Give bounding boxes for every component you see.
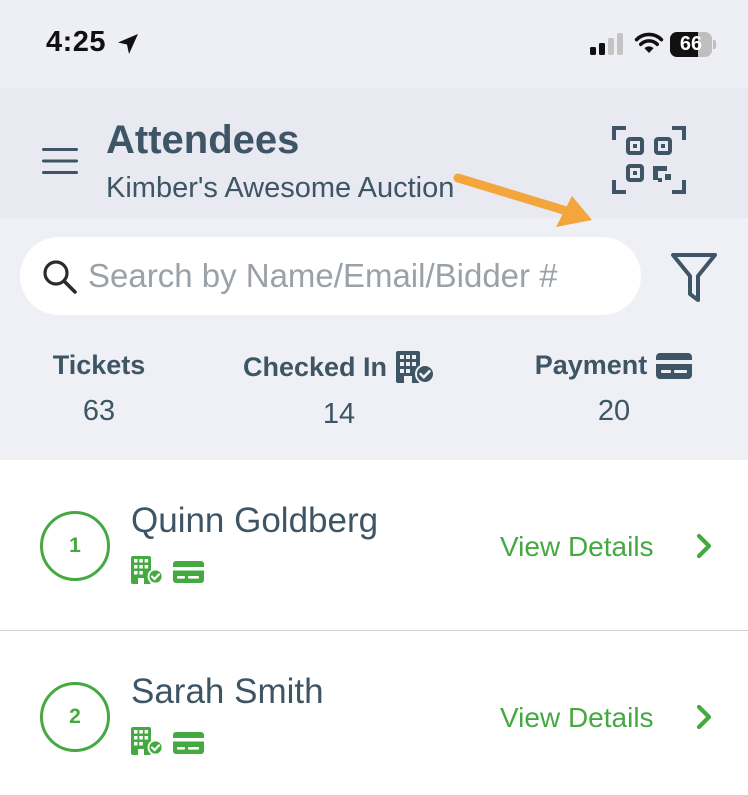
location-arrow-icon xyxy=(118,34,138,54)
header: Attendees Kimber's Awesome Auction xyxy=(0,88,748,227)
battery-percent: 66 xyxy=(679,33,703,55)
page-subtitle: Kimber's Awesome Auction xyxy=(106,172,455,204)
bidder-number-badge: 1 xyxy=(40,511,110,581)
hamburger-menu-icon[interactable] xyxy=(42,148,78,174)
view-details-link[interactable]: View Details xyxy=(500,702,654,734)
view-details-link[interactable]: View Details xyxy=(500,531,654,563)
qr-code-scan-icon[interactable] xyxy=(612,126,686,194)
status-bar: 4:25 66 xyxy=(0,0,748,88)
building-check-icon xyxy=(396,351,436,384)
stat-payment: Payment 20 xyxy=(522,350,706,428)
status-time: 4:25 xyxy=(46,26,107,58)
wifi-icon xyxy=(634,32,664,53)
attendee-row[interactable]: 2 Sarah Smith View Details xyxy=(0,632,748,795)
stat-tickets-label: Tickets xyxy=(52,350,146,380)
search-box[interactable] xyxy=(20,237,641,315)
battery-indicator: 66 xyxy=(670,32,716,57)
battery-body: 66 xyxy=(670,32,712,57)
building-check-icon xyxy=(131,727,163,755)
chevron-right-icon[interactable] xyxy=(694,533,714,559)
credit-card-icon xyxy=(173,561,204,583)
stat-checked-in-value: 14 xyxy=(322,398,356,430)
building-check-icon xyxy=(131,556,163,584)
stat-tickets-value: 63 xyxy=(82,395,116,427)
credit-card-icon xyxy=(173,732,204,754)
attendee-row[interactable]: 1 Quinn Goldberg View Details xyxy=(0,461,748,631)
stat-payment-value: 20 xyxy=(597,395,631,427)
filter-funnel-icon[interactable] xyxy=(670,252,718,304)
search-input[interactable] xyxy=(88,237,628,315)
stat-checked-in-label: Checked In xyxy=(242,351,388,382)
chevron-right-icon[interactable] xyxy=(694,704,714,730)
attendee-name: Quinn Goldberg xyxy=(131,501,379,540)
battery-nub xyxy=(713,40,716,49)
page-title: Attendees xyxy=(106,118,300,162)
bidder-number-badge: 2 xyxy=(40,682,110,752)
annotation-arrow-icon xyxy=(453,173,592,227)
attendee-name: Sarah Smith xyxy=(131,672,324,711)
search-icon xyxy=(43,260,77,294)
cellular-signal-icon xyxy=(590,33,623,55)
stat-payment-label: Payment xyxy=(534,350,648,380)
credit-card-icon xyxy=(656,352,693,379)
stat-checked-in: Checked In 14 xyxy=(232,350,446,431)
stat-tickets: Tickets 63 xyxy=(40,350,158,428)
